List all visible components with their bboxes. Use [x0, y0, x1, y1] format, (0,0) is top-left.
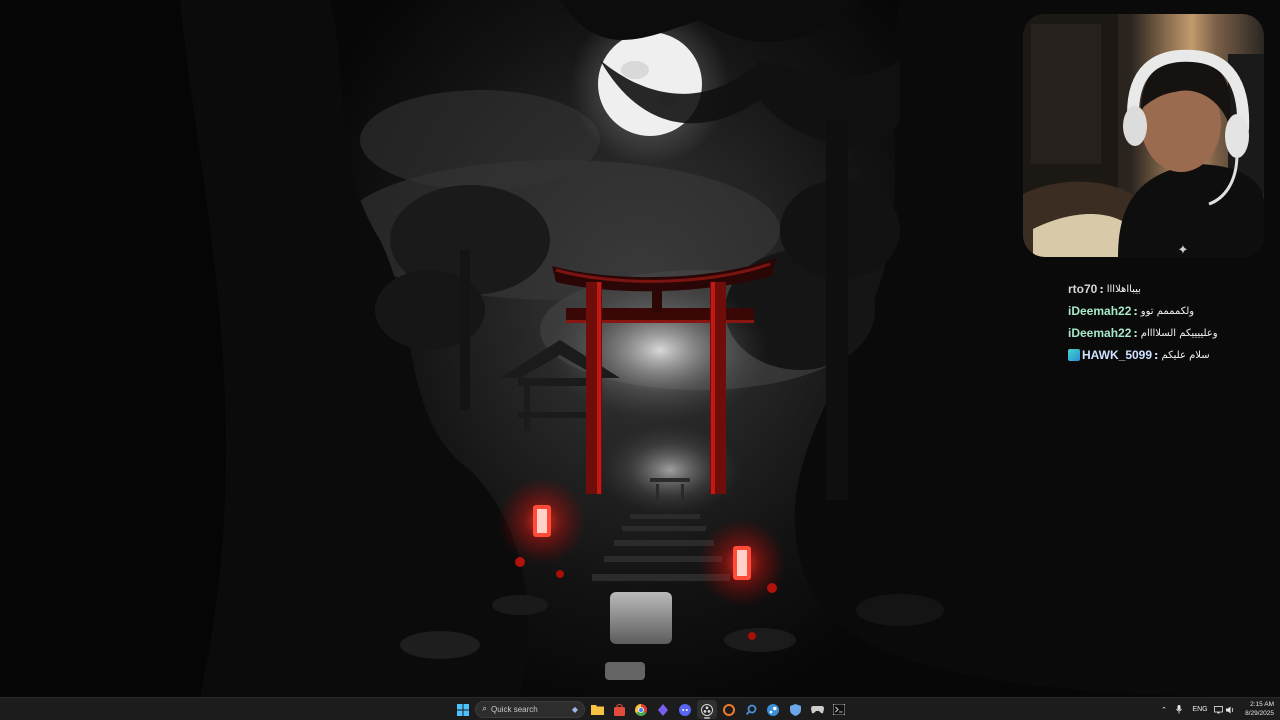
chat-separator: : — [1133, 326, 1138, 340]
search-icon: ⌕ — [482, 704, 488, 714]
streamer-camera-feed: ✦ — [1023, 14, 1264, 257]
svg-text:✦: ✦ — [1178, 243, 1189, 257]
chat-message: iDeemah22: ولكمممم توو — [1068, 300, 1268, 322]
language-indicator[interactable]: ENG — [1190, 698, 1210, 720]
start-icon[interactable] — [453, 700, 473, 719]
search-highlight-icon: ◆ — [571, 705, 578, 714]
clock-date: 8/29/2025 — [1245, 710, 1274, 717]
chat-text: سلام عليكم — [1161, 349, 1210, 361]
chat-separator: : — [1099, 282, 1104, 296]
show-hidden-icons-icon[interactable]: ⌃ — [1158, 698, 1170, 720]
app-purple-icon[interactable] — [653, 700, 673, 719]
taskbar: ⌕ Quick search ◆ ⌃ ENG 2:15 AM 8/29/2025 — [0, 697, 1280, 720]
volume-icon[interactable] — [1224, 698, 1236, 720]
chat-separator: : — [1133, 304, 1138, 318]
chat-text: بيبااهلاااا — [1106, 283, 1141, 295]
store-icon[interactable] — [609, 700, 629, 719]
chat-username[interactable]: HAWK_5099 — [1082, 348, 1152, 362]
microphone-icon[interactable] — [1173, 698, 1185, 720]
controller-icon[interactable] — [807, 700, 827, 719]
chat-message: iDeemah22: وعلييييكم السلاااام — [1068, 322, 1268, 344]
chat-message: rto70: بيبااهلاااا — [1068, 278, 1268, 300]
search-placeholder: Quick search — [491, 705, 538, 714]
clock-time: 2:15 AM — [1250, 701, 1274, 708]
obs-icon[interactable] — [697, 700, 717, 719]
chat-message: HAWK_5099: سلام عليكم — [1068, 344, 1268, 366]
steam-icon[interactable] — [763, 700, 783, 719]
discord-icon[interactable] — [675, 700, 695, 719]
terminal-icon[interactable] — [829, 700, 849, 719]
app-orange-icon[interactable] — [719, 700, 739, 719]
webcam-overlay: ✦ — [1023, 14, 1264, 257]
water-reflection — [610, 592, 672, 644]
file-explorer-icon[interactable] — [587, 700, 607, 719]
network-icon[interactable] — [1212, 698, 1224, 720]
shield-app-icon[interactable] — [785, 700, 805, 719]
chat-username[interactable]: rto70 — [1068, 282, 1097, 296]
chat-username[interactable]: iDeemah22 — [1068, 326, 1131, 340]
chat-separator: : — [1154, 348, 1159, 362]
chat-badge-icon — [1068, 349, 1080, 361]
search-app-icon[interactable] — [741, 700, 761, 719]
chat-username[interactable]: iDeemah22 — [1068, 304, 1131, 318]
chat-text: وعلييييكم السلاااام — [1140, 327, 1218, 339]
stream-chat: rto70: بيبااهلاااا iDeemah22: ولكمممم توو iD… — [1068, 278, 1268, 366]
taskbar-search[interactable]: ⌕ Quick search ◆ — [475, 701, 585, 718]
system-clock[interactable]: 2:15 AM 8/29/2025 — [1238, 700, 1274, 718]
chrome-icon[interactable] — [631, 700, 651, 719]
chat-text: ولكمممم توو — [1140, 305, 1195, 317]
